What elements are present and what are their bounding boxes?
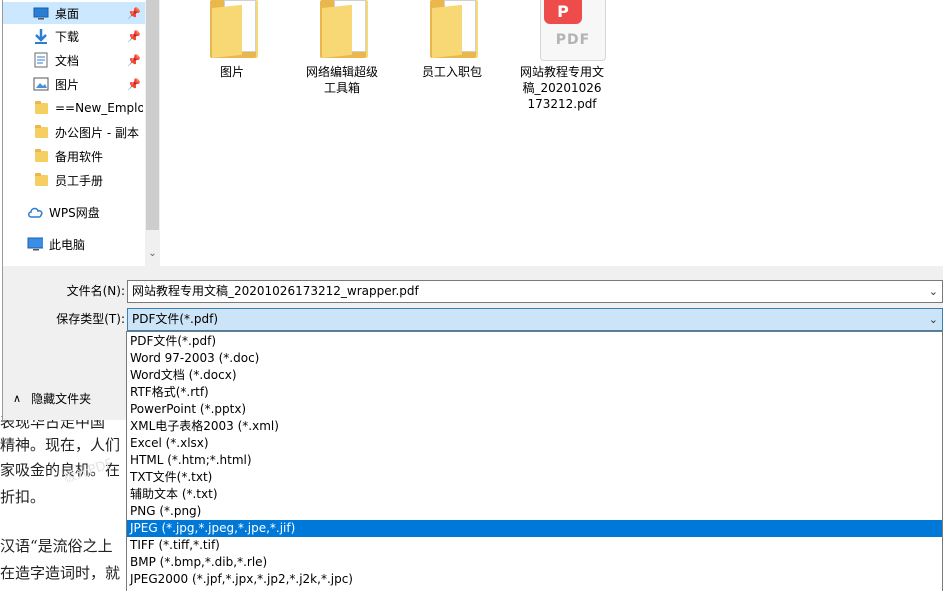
cloud-icon	[27, 205, 43, 219]
dropdown-option[interactable]: HTML (*.htm;*.html)	[127, 452, 942, 469]
pin-icon: 📌	[127, 29, 141, 43]
nav-item-pictures[interactable]: 图片 📌	[3, 73, 145, 95]
file-item[interactable]: 网络编辑超级工具箱	[294, 0, 390, 96]
nav-scrollbar[interactable]: ⌄	[145, 0, 160, 266]
background-doc-line: 汉语“是流俗之上	[0, 537, 113, 555]
nav-item-label: 此电脑	[49, 237, 86, 252]
nav-item-folder[interactable]: 备用软件	[3, 145, 145, 167]
nav-item-label: 备用软件	[55, 149, 104, 164]
file-name: 网站教程专用文稿_20201026173212.pdf	[520, 65, 605, 111]
dropdown-option[interactable]: XML电子表格2003 (*.xml)	[127, 418, 942, 435]
filename-row: 文件名(N): 网站教程专用文稿_20201026173212_wrapper.…	[3, 280, 943, 303]
save-type-value: PDF文件(*.pdf)	[132, 312, 219, 326]
folder-icon	[33, 148, 49, 163]
folder-icon	[312, 0, 372, 62]
save-type-select[interactable]: PDF文件(*.pdf) ⌄	[127, 308, 943, 331]
nav-item-documents[interactable]: 文档 📌	[3, 49, 145, 71]
dropdown-option[interactable]: TIFF (*.tiff,*.tif)	[127, 537, 942, 554]
picture-icon	[33, 77, 49, 91]
dropdown-option-highlighted[interactable]: JPEG (*.jpg,*.jpeg,*.jpe,*.jif)	[127, 520, 942, 537]
chevron-up-icon: ∧	[13, 391, 22, 405]
file-name: 员工入职包	[421, 65, 482, 79]
hide-folders-button[interactable]: ∧ 隐藏文件夹	[13, 388, 91, 408]
filename-label: 文件名(N):	[66, 284, 125, 298]
nav-item-folder[interactable]: 员工手册	[3, 169, 145, 191]
nav-item-folder[interactable]: 办公图片 - 副本	[3, 121, 145, 143]
save-type-row: 保存类型(T): PDF文件(*.pdf) ⌄	[3, 308, 943, 331]
dropdown-option[interactable]: JPEG2000 (*.jpf,*.jpx,*.jp2,*.j2k,*.jpc)	[127, 571, 942, 588]
folder-icon	[202, 0, 262, 62]
filename-value: 网站教程专用文稿_20201026173212_wrapper.pdf	[132, 284, 419, 298]
dropdown-option[interactable]: BMP (*.bmp,*.dib,*.rle)	[127, 554, 942, 571]
nav-item-wps-drive[interactable]: WPS网盘	[3, 201, 145, 223]
folder-icon	[33, 100, 49, 115]
background-document: 表现华古走中国 精神。现在，人们 家吸金的良机。在 折扣。 汉语“是流俗之上 在…	[0, 405, 140, 590]
background-doc-line: 精神。现在，人们	[0, 436, 121, 454]
wps-pdf-logo-icon: P	[544, 0, 582, 24]
folder-icon	[33, 124, 49, 139]
folder-icon	[422, 0, 482, 62]
folder-icon	[33, 172, 49, 187]
background-doc-line: 在造字造词时，就	[0, 564, 121, 582]
nav-item-this-pc[interactable]: 此电脑	[3, 233, 145, 255]
nav-item-desktop[interactable]: 桌面 📌	[3, 2, 145, 24]
save-type-dropdown: PDF文件(*.pdf) Word 97-2003 (*.doc) Word文档…	[126, 331, 943, 591]
pdf-badge-text: PDF	[555, 32, 591, 48]
chevron-down-icon[interactable]: ⌄	[929, 281, 938, 302]
nav-item-label: ==New_Emplo	[55, 101, 143, 115]
pin-icon: 📌	[127, 6, 141, 20]
file-name: 网络编辑超级工具箱	[305, 65, 378, 95]
navigation-pane: 桌面 📌 下载 📌 文档 📌 图片 📌 ==New_Emplo 办公图片 - 副…	[3, 0, 145, 266]
document-icon	[33, 52, 49, 68]
dropdown-option[interactable]: Word文档 (*.docx)	[127, 367, 942, 384]
file-item[interactable]: P PDF 网站教程专用文稿_20201026173212.pdf	[514, 0, 610, 112]
pdf-file-icon: P PDF	[532, 0, 606, 62]
save-type-label: 保存类型(T):	[56, 312, 125, 326]
nav-item-folder[interactable]: ==New_Emplo	[3, 97, 145, 119]
desktop-icon	[33, 6, 49, 20]
chevron-down-icon[interactable]: ⌄	[929, 309, 938, 330]
dropdown-option[interactable]: RTF格式(*.rtf)	[127, 384, 942, 401]
dropdown-option[interactable]: PDF文件(*.pdf)	[127, 333, 942, 350]
dropdown-option[interactable]: PNG (*.png)	[127, 503, 942, 520]
chevron-down-icon[interactable]: ⌄	[145, 248, 160, 264]
nav-item-downloads[interactable]: 下载 📌	[3, 25, 145, 47]
dropdown-option[interactable]: TXT文件(*.txt)	[127, 469, 942, 486]
file-item[interactable]: 图片	[184, 0, 280, 80]
nav-item-label: 办公图片 - 副本	[55, 125, 139, 140]
computer-icon	[27, 237, 43, 251]
nav-item-label: WPS网盘	[49, 205, 100, 220]
dropdown-option[interactable]: Excel (*.xlsx)	[127, 435, 942, 452]
scrollbar-thumb[interactable]	[146, 0, 159, 230]
background-doc-line: 折扣。	[0, 488, 46, 506]
download-icon	[33, 29, 49, 44]
hide-folders-label: 隐藏文件夹	[31, 391, 92, 406]
file-item[interactable]: 员工入职包	[404, 0, 500, 80]
pin-icon: 📌	[127, 77, 141, 91]
file-name: 图片	[219, 65, 244, 79]
filename-input[interactable]: 网站教程专用文稿_20201026173212_wrapper.pdf ⌄	[127, 280, 943, 303]
pin-icon: 📌	[127, 53, 141, 67]
dropdown-option[interactable]: 辅助文本 (*.txt)	[127, 486, 942, 503]
dropdown-option[interactable]: PowerPoint (*.pptx)	[127, 401, 942, 418]
nav-item-label: 员工手册	[55, 173, 104, 188]
dropdown-option[interactable]: Word 97-2003 (*.doc)	[127, 350, 942, 367]
file-list: 图片 网络编辑超级工具箱 员工入职包 P PDF 网站教程专用文稿_202010…	[160, 0, 943, 266]
